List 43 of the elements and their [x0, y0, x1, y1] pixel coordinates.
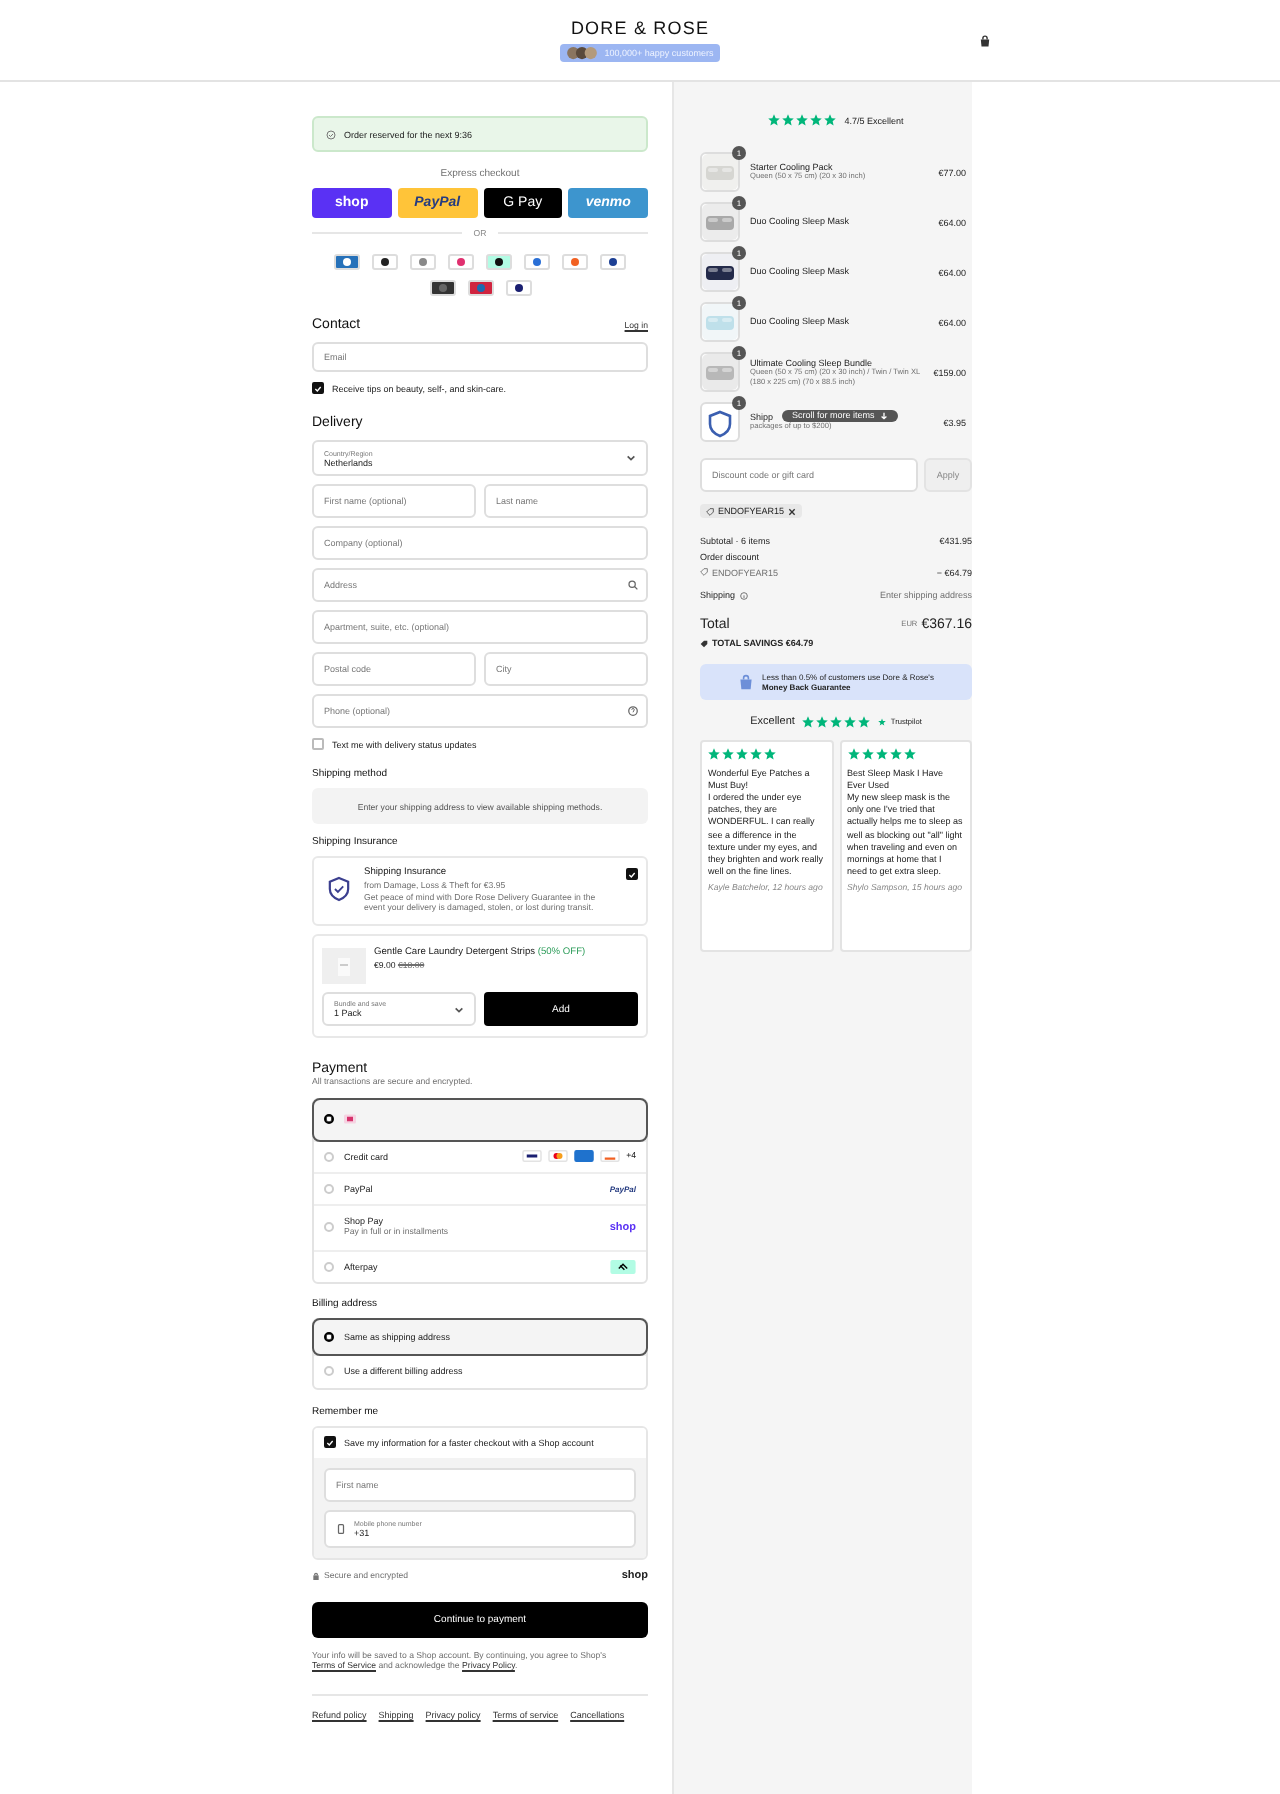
payment-logo-icon: [467, 280, 493, 296]
payment-logo-icon: [372, 254, 398, 270]
radio-button[interactable]: [324, 1331, 334, 1341]
star-icon: [878, 718, 887, 726]
checkbox[interactable]: [312, 382, 324, 394]
card-brand-icon: [600, 1150, 621, 1162]
arrow-down-icon: [880, 412, 889, 421]
checkbox[interactable]: [626, 868, 638, 880]
payment-logo-icon: [429, 280, 455, 296]
tag-icon: [706, 507, 714, 515]
help-icon[interactable]: [628, 706, 638, 716]
avatar-group-icon: [566, 46, 599, 60]
shopping-bag-icon: [738, 674, 755, 690]
payment-logo-icon: [486, 254, 512, 270]
payment-logo-icon: [505, 280, 531, 296]
card-brand-icon: [548, 1150, 569, 1162]
payment-logo-icon: [448, 254, 474, 270]
phone-icon: [336, 1523, 346, 1533]
payment-logo-icon: [600, 254, 626, 270]
tag-icon: [700, 568, 708, 576]
close-icon[interactable]: [788, 507, 797, 515]
chevron-down-icon: [454, 1005, 464, 1013]
wallet-logo-icon: [344, 1114, 356, 1124]
payment-logo-icon: [334, 254, 360, 270]
payment-logo-icon: [410, 254, 436, 270]
check-circle-icon: [326, 129, 336, 139]
shield-check-icon: [328, 876, 350, 902]
payment-logo-icon: [562, 254, 588, 270]
chevron-down-icon: [626, 454, 636, 462]
checkbox[interactable]: [312, 738, 324, 750]
card-brand-icon: [522, 1150, 543, 1162]
afterpay-logo-icon: [610, 1259, 636, 1273]
info-icon: [739, 591, 748, 599]
payment-option[interactable]: [314, 1099, 646, 1139]
checkbox[interactable]: [324, 1436, 336, 1448]
bag-icon[interactable]: [978, 34, 992, 48]
brand-logo[interactable]: DORE & ROSE: [570, 18, 710, 38]
radio-button[interactable]: [324, 1114, 334, 1124]
card-brand-icon: [574, 1150, 595, 1162]
tag-icon: [700, 639, 708, 647]
payment-logo-icon: [524, 254, 550, 270]
search-icon[interactable]: [628, 580, 638, 590]
lock-icon: [312, 1571, 320, 1579]
